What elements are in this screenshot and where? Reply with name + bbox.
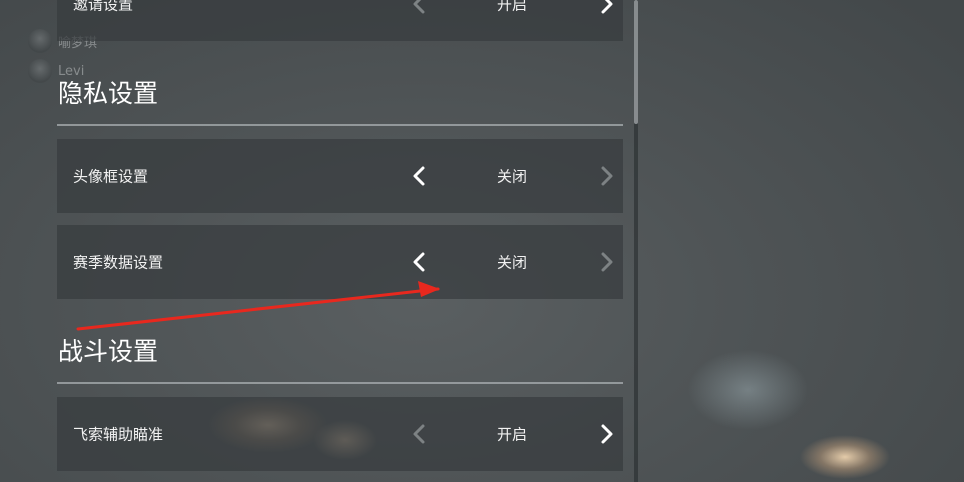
red-arrow-annotation	[76, 281, 440, 331]
settings-screen: 喻梦琪 Levi 邀请设置 开启 隐私设置 头像框设置 关闭 赛季数据设置 关闭…	[0, 0, 964, 482]
